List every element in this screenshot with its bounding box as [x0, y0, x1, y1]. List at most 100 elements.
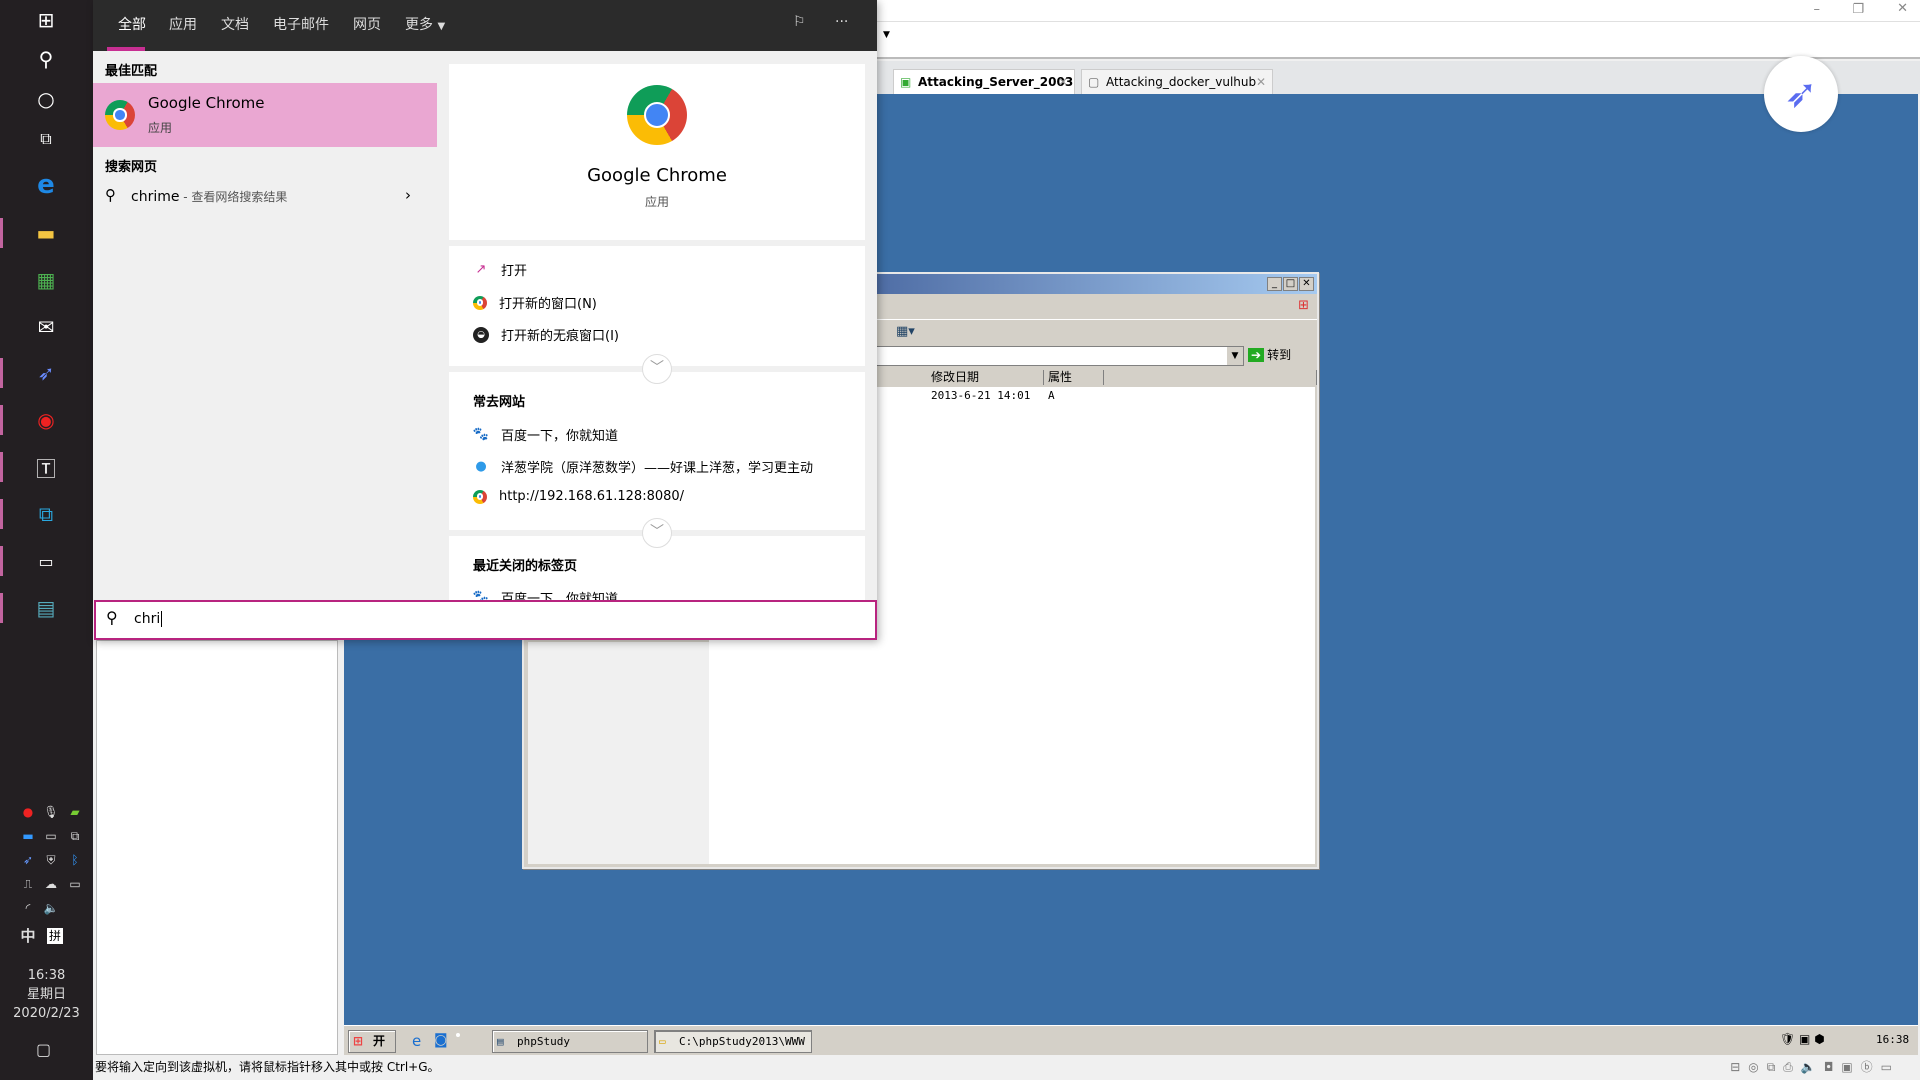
defender-icon[interactable]: ⛨ [41, 852, 61, 868]
clock[interactable]: 16:38 星期日 2020/2/23 [0, 966, 93, 1023]
file-explorer-icon[interactable]: ▬ [31, 218, 61, 248]
taskbar-folder[interactable]: ▭ C:\phpStudy2013\WWW [654, 1030, 812, 1053]
divider [449, 240, 865, 246]
expand-chevron-icon[interactable]: ﹀ [642, 518, 672, 548]
guest-taskbar: ⊞开始 e ◙ ▤phpStudy ▭C:\phpStudy2013\WWW 🛡… [344, 1025, 1918, 1069]
tab-documents[interactable]: 文档 [221, 14, 249, 34]
maximize-button[interactable]: □ [1283, 277, 1298, 291]
terminal-icon[interactable]: ▭ [31, 546, 61, 576]
edge-icon[interactable]: e [31, 170, 61, 200]
feedback-icon[interactable]: ⚐ [793, 14, 806, 30]
ime-indicator[interactable]: 中 [18, 928, 38, 944]
wd-icon[interactable]: ▬ [18, 828, 38, 844]
windows-start-icon[interactable]: ⊞ [31, 5, 61, 35]
best-match-item[interactable]: Google Chrome 应用 [93, 83, 437, 147]
close-icon[interactable]: ✕ [1256, 70, 1266, 94]
volume-icon[interactable]: 🔈 [41, 900, 61, 916]
notifications-icon[interactable]: ▢ [36, 1040, 51, 1059]
tray-icons[interactable]: 🛡 ▣ ⬢ [1780, 1032, 1825, 1046]
vm-icon: ▢ [1088, 75, 1100, 89]
expand-chevron-icon[interactable]: ﹀ [642, 354, 672, 384]
best-match-subtitle: 应用 [148, 121, 173, 135]
detail-subtitle: 应用 [644, 195, 669, 209]
caret-down-icon: ▼ [437, 21, 446, 32]
minimize-button[interactable]: – [1814, 2, 1821, 17]
minimize-button[interactable]: _ [1267, 277, 1282, 291]
device-icons[interactable]: ⊟◎⧉⎙🔈◘▣ⓑ▭ [1730, 1055, 1900, 1080]
tab-web[interactable]: 网页 [353, 14, 381, 34]
tab-more[interactable]: 更多 ▼ [405, 14, 445, 34]
store-icon[interactable]: ▦ [31, 265, 61, 295]
guest-clock: 16:38 [1876, 1033, 1910, 1046]
best-match-heading: 最佳匹配 [105, 64, 158, 79]
usb-icon[interactable]: ⎍ [18, 876, 38, 892]
onedrive-icon[interactable]: ☁ [41, 876, 61, 892]
column-attributes[interactable]: 属性 [1044, 370, 1104, 385]
search-icon[interactable]: ⚲ [31, 44, 61, 74]
more-options-icon[interactable]: ··· [835, 14, 848, 30]
tab-attacking-server[interactable]: ▣ Attacking_Server_2003 ✕ [893, 69, 1075, 94]
taskbar-phpstudy[interactable]: ▤ phpStudy [492, 1030, 648, 1053]
column-blank [1104, 370, 1317, 385]
web-search-result[interactable]: ⚲ chrime - 查看网络搜索结果 › [93, 184, 437, 212]
search-input[interactable]: ⚲ chri [94, 600, 877, 640]
search-text: chri [134, 611, 163, 627]
frequent-site[interactable]: ● 洋葱学院（原洋葱数学）——好课上洋葱，学习更主动 [473, 457, 813, 476]
action-open[interactable]: ↗ 打开 [473, 260, 527, 279]
record-tray-icon[interactable]: ● [18, 804, 38, 820]
restore-button[interactable]: ❐ [1852, 2, 1864, 17]
record-icon[interactable]: ◉ [31, 405, 61, 435]
active-indicator [0, 593, 3, 623]
mic-icon[interactable]: 🎙 [41, 804, 61, 820]
wd2-icon[interactable]: ▭ [41, 828, 61, 844]
dropdown-icon[interactable]: ▼ [883, 30, 890, 40]
cast-icon[interactable]: ⧉ [65, 828, 85, 844]
start-button[interactable]: ⊞开始 [348, 1030, 396, 1069]
tab-apps[interactable]: 应用 [169, 14, 197, 34]
active-indicator [0, 358, 3, 388]
ime-mode[interactable]: 拼 [47, 928, 63, 944]
views-icon[interactable]: ▦▾ [896, 324, 915, 339]
ie-icon[interactable]: e [412, 1032, 421, 1050]
dropdown-icon[interactable]: ▼ [1227, 347, 1243, 365]
incognito-icon: ◒ [473, 326, 489, 343]
task-view-icon[interactable]: ⧉ [31, 124, 61, 154]
recent-heading: 最近关闭的标签页 [473, 559, 578, 574]
active-indicator [0, 499, 3, 529]
frequent-site[interactable]: 🐾 百度一下，你就知道 [473, 425, 618, 444]
outlook-icon[interactable]: ◙ [434, 1032, 448, 1048]
mail-icon[interactable]: ✉ [31, 312, 61, 342]
column-modified[interactable]: 修改日期 [927, 370, 1044, 385]
vmware-icon[interactable]: ⧉ [31, 499, 61, 529]
close-button[interactable]: ✕ [1299, 277, 1314, 291]
go-button[interactable]: ➔ 转到 [1248, 346, 1291, 363]
tab-email[interactable]: 电子邮件 [273, 14, 329, 34]
nvidia-icon[interactable]: ▰ [65, 804, 85, 820]
tab-all[interactable]: 全部 [118, 14, 146, 34]
frequent-site[interactable]: http://192.168.61.128:8080/ [473, 489, 684, 504]
active-indicator [0, 452, 3, 482]
search-pane: 全部 应用 文档 电子邮件 网页 更多 ▼ ⚐ ··· 最佳匹配 Google … [93, 0, 877, 640]
bird-app-icon[interactable]: ➶ [31, 358, 61, 388]
best-match-title: Google Chrome [148, 94, 265, 112]
wifi-icon[interactable]: ◜ [18, 900, 38, 916]
close-button[interactable]: ✕ [1897, 1, 1908, 16]
cortana-icon[interactable]: ○ [31, 84, 61, 114]
windows-flag-icon: ⊞ [1298, 298, 1309, 313]
status-text: 要将输入定向到该虚拟机，请将鼠标指针移入其中或按 Ctrl+G。 [95, 1060, 440, 1074]
explorer-left-pane [528, 642, 709, 864]
floating-bird-icon[interactable]: ➶ [1764, 56, 1838, 132]
action-new-window[interactable]: 打开新的窗口(N) [473, 293, 597, 312]
action-incognito[interactable]: ◒ 打开新的无痕窗口(I) [473, 325, 619, 344]
detail-panel: Google Chrome 应用 ↗ 打开 打开新的窗口(N) ◒ 打开新的无痕窗口… [449, 64, 865, 640]
search-icon: ⚲ [106, 608, 118, 627]
vmware-statusbar: 要将输入定向到该虚拟机，请将鼠标指针移入其中或按 Ctrl+G。 ⊟◎⧉⎙🔈◘▣… [93, 1055, 1920, 1080]
winrar-icon[interactable]: ▤ [31, 593, 61, 623]
windows-flag-icon: ⊞ [353, 1034, 364, 1048]
tab-attacking-docker[interactable]: ▢ Attacking_docker_vulhub ✕ [1081, 69, 1273, 94]
typora-icon[interactable]: 🅃 [31, 452, 61, 482]
bird-tray-icon[interactable]: ➶ [18, 852, 38, 868]
bluetooth-icon[interactable]: ᛒ [65, 852, 85, 868]
close-icon[interactable]: ✕ [1058, 70, 1068, 94]
battery-icon[interactable]: ▭ [65, 876, 85, 892]
